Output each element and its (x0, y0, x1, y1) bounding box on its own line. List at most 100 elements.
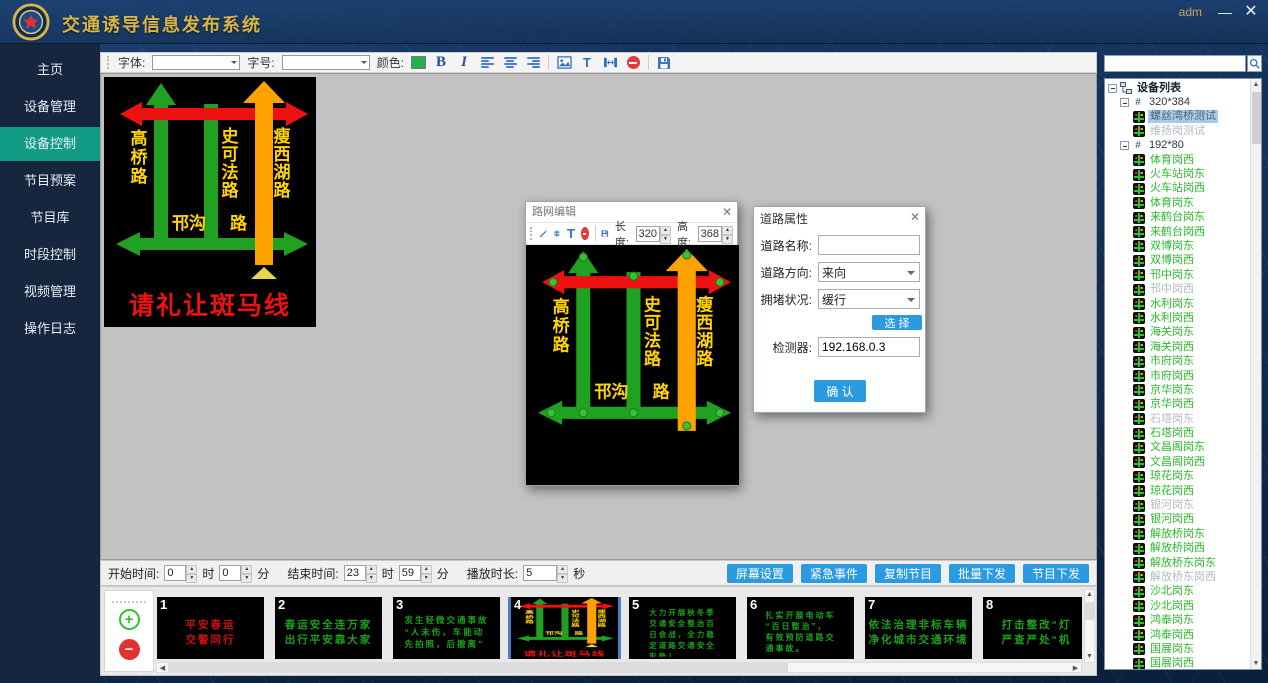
add-node-icon[interactable] (553, 227, 561, 240)
start-hour-spinner[interactable]: 0 ▲▼ (164, 565, 197, 581)
detector-input[interactable] (818, 337, 920, 357)
dialog-titlebar[interactable]: 道路属性 ✕ (754, 207, 925, 227)
collapse-icon[interactable] (1120, 98, 1129, 107)
program-thumbnail[interactable]: 6 扎实开展电动车 “百日整治”， 有效预防道路交 通事故。 (747, 597, 854, 659)
device-tree-item[interactable]: 体育岗东 (1105, 196, 1249, 210)
device-tree-item[interactable]: 维扬岗测试 (1105, 124, 1249, 138)
remove-program-button[interactable]: − (119, 639, 140, 660)
spinner-arrows[interactable]: ▲▼ (557, 565, 568, 581)
toolbar-grip[interactable] (107, 56, 111, 69)
down-arrow-icon[interactable]: ▼ (241, 574, 252, 583)
align-left-button[interactable] (479, 55, 495, 71)
scrollbar-thumb[interactable] (168, 663, 788, 672)
device-tree-item[interactable]: 文昌阁岗东 (1105, 441, 1249, 455)
device-tree-item[interactable]: 鸿泰岗西 (1105, 628, 1249, 642)
program-thumbnail[interactable]: 1 平安春运 交警同行 (157, 597, 264, 659)
device-tree-item[interactable]: 国展岗西 (1105, 657, 1249, 669)
scroll-right-icon[interactable]: ▶ (1070, 664, 1081, 672)
dialog-titlebar[interactable]: 路网编辑 ✕ (526, 202, 737, 222)
device-tree-item[interactable]: 沙北岗东 (1105, 585, 1249, 599)
spinner-arrows[interactable]: ▲▼ (660, 226, 671, 242)
align-center-button[interactable] (502, 55, 518, 71)
device-tree-item[interactable]: 琼花岗东 (1105, 470, 1249, 484)
device-tree-item[interactable]: 水利岗东 (1105, 297, 1249, 311)
program-thumbnail[interactable]: 7 依法治理非标车辆 净化城市交通环境 (865, 597, 972, 659)
height-spinner[interactable]: 368 ▲▼ (698, 226, 733, 242)
end-hour-spinner[interactable]: 23 ▲▼ (344, 565, 377, 581)
scrollbar-thumb[interactable] (1252, 92, 1261, 144)
road-direction-select[interactable]: 来向 (818, 262, 920, 282)
up-arrow-icon[interactable]: ▲ (557, 565, 568, 574)
scroll-down-icon[interactable]: ▼ (1253, 658, 1260, 669)
up-arrow-icon[interactable]: ▲ (722, 226, 733, 235)
vertical-scrollbar[interactable]: ▲ ▼ (1084, 589, 1095, 663)
sidebar-item[interactable]: 设备控制 (0, 127, 100, 161)
design-canvas[interactable]: 高桥路 史可法路 瘦西湖路 邗沟 路 请礼让斑马线 路网编辑 ✕ T (100, 73, 1097, 560)
spinner-arrows[interactable]: ▲▼ (241, 565, 252, 581)
end-minute-spinner[interactable]: 59 ▲▼ (399, 565, 432, 581)
tree-scrollbar[interactable]: ▲ ▼ (1250, 79, 1261, 669)
device-tree-item[interactable]: 解放桥岗东 (1105, 527, 1249, 541)
close-button[interactable]: ✕ (1240, 2, 1262, 22)
device-tree-item[interactable]: 鸿泰岗东 (1105, 613, 1249, 627)
program-thumbnail[interactable]: 8 打击整改“灯 严查严处“机 (983, 597, 1082, 659)
height-value[interactable]: 368 (698, 226, 722, 242)
align-right-button[interactable] (525, 55, 541, 71)
device-tree-item[interactable]: 石塔岗东 (1105, 412, 1249, 426)
text-tool-icon[interactable]: T (567, 226, 575, 241)
device-tree-item[interactable]: 火车站岗东 (1105, 167, 1249, 181)
up-arrow-icon[interactable]: ▲ (366, 565, 377, 574)
schedule-action-button[interactable]: 紧急事件 (801, 564, 867, 583)
up-arrow-icon[interactable]: ▲ (660, 226, 671, 235)
schedule-action-button[interactable]: 节目下发 (1023, 564, 1089, 583)
scroll-up-icon[interactable]: ▲ (1086, 590, 1093, 600)
color-swatch[interactable] (411, 56, 426, 69)
end-minute-value[interactable]: 59 (399, 565, 421, 581)
down-arrow-icon[interactable]: ▼ (722, 235, 733, 244)
device-tree-item[interactable]: 沙北岗西 (1105, 599, 1249, 613)
device-tree-item[interactable]: 琼花岗西 (1105, 484, 1249, 498)
insert-image-button[interactable] (556, 55, 572, 71)
device-tree-item[interactable]: 解放桥岗西 (1105, 542, 1249, 556)
device-tree-item[interactable]: 银河岗西 (1105, 513, 1249, 527)
confirm-button[interactable]: 确 认 (814, 380, 866, 402)
device-search-input[interactable] (1104, 55, 1246, 72)
schedule-action-button[interactable]: 批量下发 (949, 564, 1015, 583)
device-tree-item[interactable]: 文昌阁岗西 (1105, 455, 1249, 469)
device-tree-item[interactable]: 邗中岗西 (1105, 282, 1249, 296)
program-thumbnail[interactable]: 2 春运安全连万家 出行平安靠大家 (275, 597, 382, 659)
font-family-select[interactable] (152, 55, 240, 70)
device-tree-group[interactable]: # 320*384 (1105, 95, 1249, 109)
editor-canvas[interactable]: 高桥路 史可法路 瘦西湖路 邗沟 路 (526, 245, 737, 485)
sidebar-item[interactable]: 设备管理 (0, 90, 100, 124)
font-size-select[interactable] (282, 55, 370, 70)
length-value[interactable]: 320 (636, 226, 660, 242)
device-tree-item[interactable]: 海关岗东 (1105, 326, 1249, 340)
up-arrow-icon[interactable]: ▲ (241, 565, 252, 574)
scroll-up-icon[interactable]: ▲ (1253, 79, 1260, 90)
device-tree-item[interactable]: 市府岗东 (1105, 354, 1249, 368)
up-arrow-icon[interactable]: ▲ (186, 565, 197, 574)
device-tree-item[interactable]: 解放桥东岗东 (1105, 556, 1249, 570)
spinner-arrows[interactable]: ▲▼ (421, 565, 432, 581)
road-network-diagram-editable[interactable]: 高桥路 史可法路 瘦西湖路 邗沟 路 (526, 245, 739, 485)
sidebar-item[interactable]: 视频管理 (0, 275, 100, 309)
device-search-button[interactable] (1247, 55, 1262, 72)
save-icon[interactable] (601, 227, 609, 240)
end-hour-value[interactable]: 23 (344, 565, 366, 581)
insert-text-button[interactable]: T (579, 55, 595, 71)
device-tree-root[interactable]: 设备列表 (1105, 81, 1249, 95)
scroll-left-icon[interactable]: ◀ (157, 664, 168, 672)
device-tree-item[interactable]: 体育岗西 (1105, 153, 1249, 167)
down-arrow-icon[interactable]: ▼ (421, 574, 432, 583)
program-preview[interactable]: 高桥路 史可法路 瘦西湖路 邗沟 路 请礼让斑马线 (104, 77, 316, 327)
down-arrow-icon[interactable]: ▼ (366, 574, 377, 583)
program-thumbnail[interactable]: 4 高桥路 史可法路 瘦西湖路 邗沟 路 请礼让斑马线 (511, 597, 618, 659)
delete-element-button[interactable] (625, 55, 641, 71)
spinner-arrows[interactable]: ▲▼ (722, 226, 733, 242)
collapse-icon[interactable] (1108, 84, 1117, 93)
sidebar-item[interactable]: 主页 (0, 53, 100, 87)
device-tree-item[interactable]: 银河岗东 (1105, 498, 1249, 512)
device-tree-item[interactable]: 火车站岗西 (1105, 182, 1249, 196)
sidebar-item[interactable]: 时段控制 (0, 238, 100, 272)
